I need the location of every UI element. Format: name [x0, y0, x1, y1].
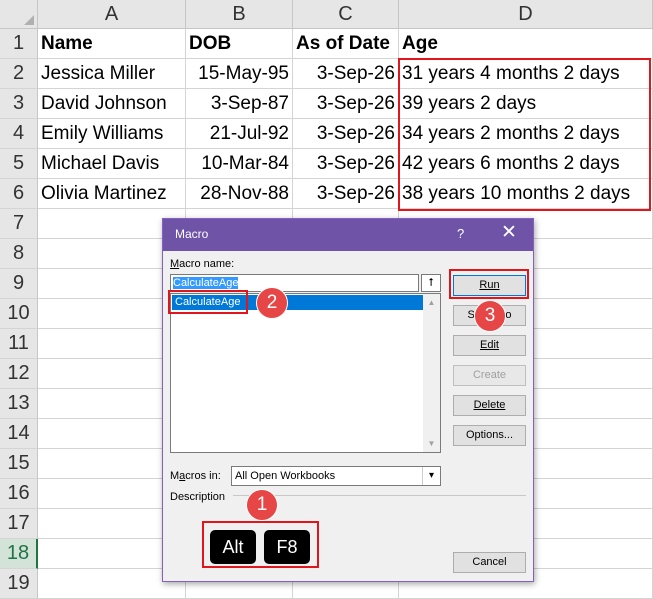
edit-button-label: Edit	[480, 339, 499, 351]
step-badge-3: 3	[474, 300, 506, 332]
macro-list[interactable]: CalculateAge ▲ ▼	[170, 293, 441, 453]
options-button-label: Options...	[465, 429, 514, 441]
dialog-titlebar[interactable]: Macro ? ✕	[163, 219, 533, 251]
scroll-up-icon[interactable]: ▲	[423, 294, 440, 311]
row-header[interactable]: 9	[0, 269, 38, 299]
column-header-b[interactable]: B	[186, 0, 293, 29]
row-header[interactable]: 11	[0, 329, 38, 359]
row-header[interactable]: 12	[0, 359, 38, 389]
options-button[interactable]: Options...	[453, 425, 526, 446]
cell-name[interactable]: David Johnson	[38, 89, 186, 119]
macros-in-label-text: cros in:	[185, 470, 221, 482]
cell-dob[interactable]: 3-Sep-87	[186, 89, 293, 119]
cell-dob[interactable]: 28-Nov-88	[186, 179, 293, 209]
macro-list-highlight	[168, 290, 248, 314]
row-header[interactable]: 5	[0, 149, 38, 179]
row-header[interactable]: 4	[0, 119, 38, 149]
macro-name-value: CalculateAge	[173, 277, 239, 289]
macros-in-label-pre: M	[170, 470, 180, 482]
row-header-active[interactable]: 18	[0, 539, 38, 569]
delete-button[interactable]: Delete	[453, 395, 526, 416]
row-header[interactable]: 7	[0, 209, 38, 239]
run-button-highlight	[449, 269, 529, 299]
header-as-of-date[interactable]: As of Date	[293, 29, 399, 59]
cell-name[interactable]: Olivia Martinez	[38, 179, 186, 209]
up-arrow-button[interactable]: ⭡	[421, 274, 441, 292]
header-dob[interactable]: DOB	[186, 29, 293, 59]
close-icon[interactable]: ✕	[501, 222, 517, 244]
row-header[interactable]: 3	[0, 89, 38, 119]
cell-name[interactable]: Jessica Miller	[38, 59, 186, 89]
row-header[interactable]: 19	[0, 569, 38, 599]
cell-dob[interactable]: 21-Jul-92	[186, 119, 293, 149]
column-header-a[interactable]: A	[38, 0, 186, 29]
macro-name-label: Macro name:	[170, 258, 234, 270]
age-results-highlight	[398, 58, 651, 211]
macro-name-label-text: acro name:	[179, 258, 235, 270]
cell-name[interactable]: Michael Davis	[38, 149, 186, 179]
scroll-down-icon[interactable]: ▼	[423, 435, 440, 452]
row-header[interactable]: 15	[0, 449, 38, 479]
cell-dob[interactable]: 10-Mar-84	[186, 149, 293, 179]
column-header-d[interactable]: D	[399, 0, 653, 29]
macros-in-label: Macros in:	[170, 470, 221, 482]
cell-as-of-date[interactable]: 3-Sep-26	[293, 119, 399, 149]
edit-button[interactable]: Edit	[453, 335, 526, 356]
cell-as-of-date[interactable]: 3-Sep-26	[293, 149, 399, 179]
cancel-button[interactable]: Cancel	[453, 552, 526, 573]
description-divider	[233, 495, 526, 496]
header-age[interactable]: Age	[399, 29, 653, 59]
row-header[interactable]: 10	[0, 299, 38, 329]
row-header[interactable]: 1	[0, 29, 38, 59]
delete-button-label: Delete	[473, 399, 506, 411]
create-button[interactable]: Create	[453, 365, 526, 386]
column-header-c[interactable]: C	[293, 0, 399, 29]
description-label: Description	[170, 491, 226, 503]
header-name[interactable]: Name	[38, 29, 186, 59]
dialog-title: Macro	[175, 227, 209, 241]
row-header[interactable]: 13	[0, 389, 38, 419]
step-badge-2: 2	[256, 287, 288, 319]
macros-in-select[interactable]: All Open Workbooks ▾	[231, 466, 441, 486]
cell-name[interactable]: Emily Williams	[38, 119, 186, 149]
cell-as-of-date[interactable]: 3-Sep-26	[293, 59, 399, 89]
row-header[interactable]: 17	[0, 509, 38, 539]
row-header[interactable]: 14	[0, 419, 38, 449]
cell-as-of-date[interactable]: 3-Sep-26	[293, 89, 399, 119]
select-all-corner[interactable]	[0, 0, 38, 29]
cell-dob[interactable]: 15-May-95	[186, 59, 293, 89]
cell-as-of-date[interactable]: 3-Sep-26	[293, 179, 399, 209]
row-header[interactable]: 2	[0, 59, 38, 89]
macros-in-value: All Open Workbooks	[235, 470, 336, 482]
help-button[interactable]: ?	[457, 226, 464, 241]
list-scrollbar[interactable]: ▲ ▼	[423, 294, 440, 452]
row-header[interactable]: 6	[0, 179, 38, 209]
step-badge-1: 1	[246, 489, 278, 521]
shortcut-highlight	[202, 521, 319, 568]
row-header[interactable]: 8	[0, 239, 38, 269]
row-header[interactable]: 16	[0, 479, 38, 509]
macro-name-label-accel: M	[170, 258, 180, 270]
chevron-down-icon[interactable]: ▾	[422, 467, 440, 485]
